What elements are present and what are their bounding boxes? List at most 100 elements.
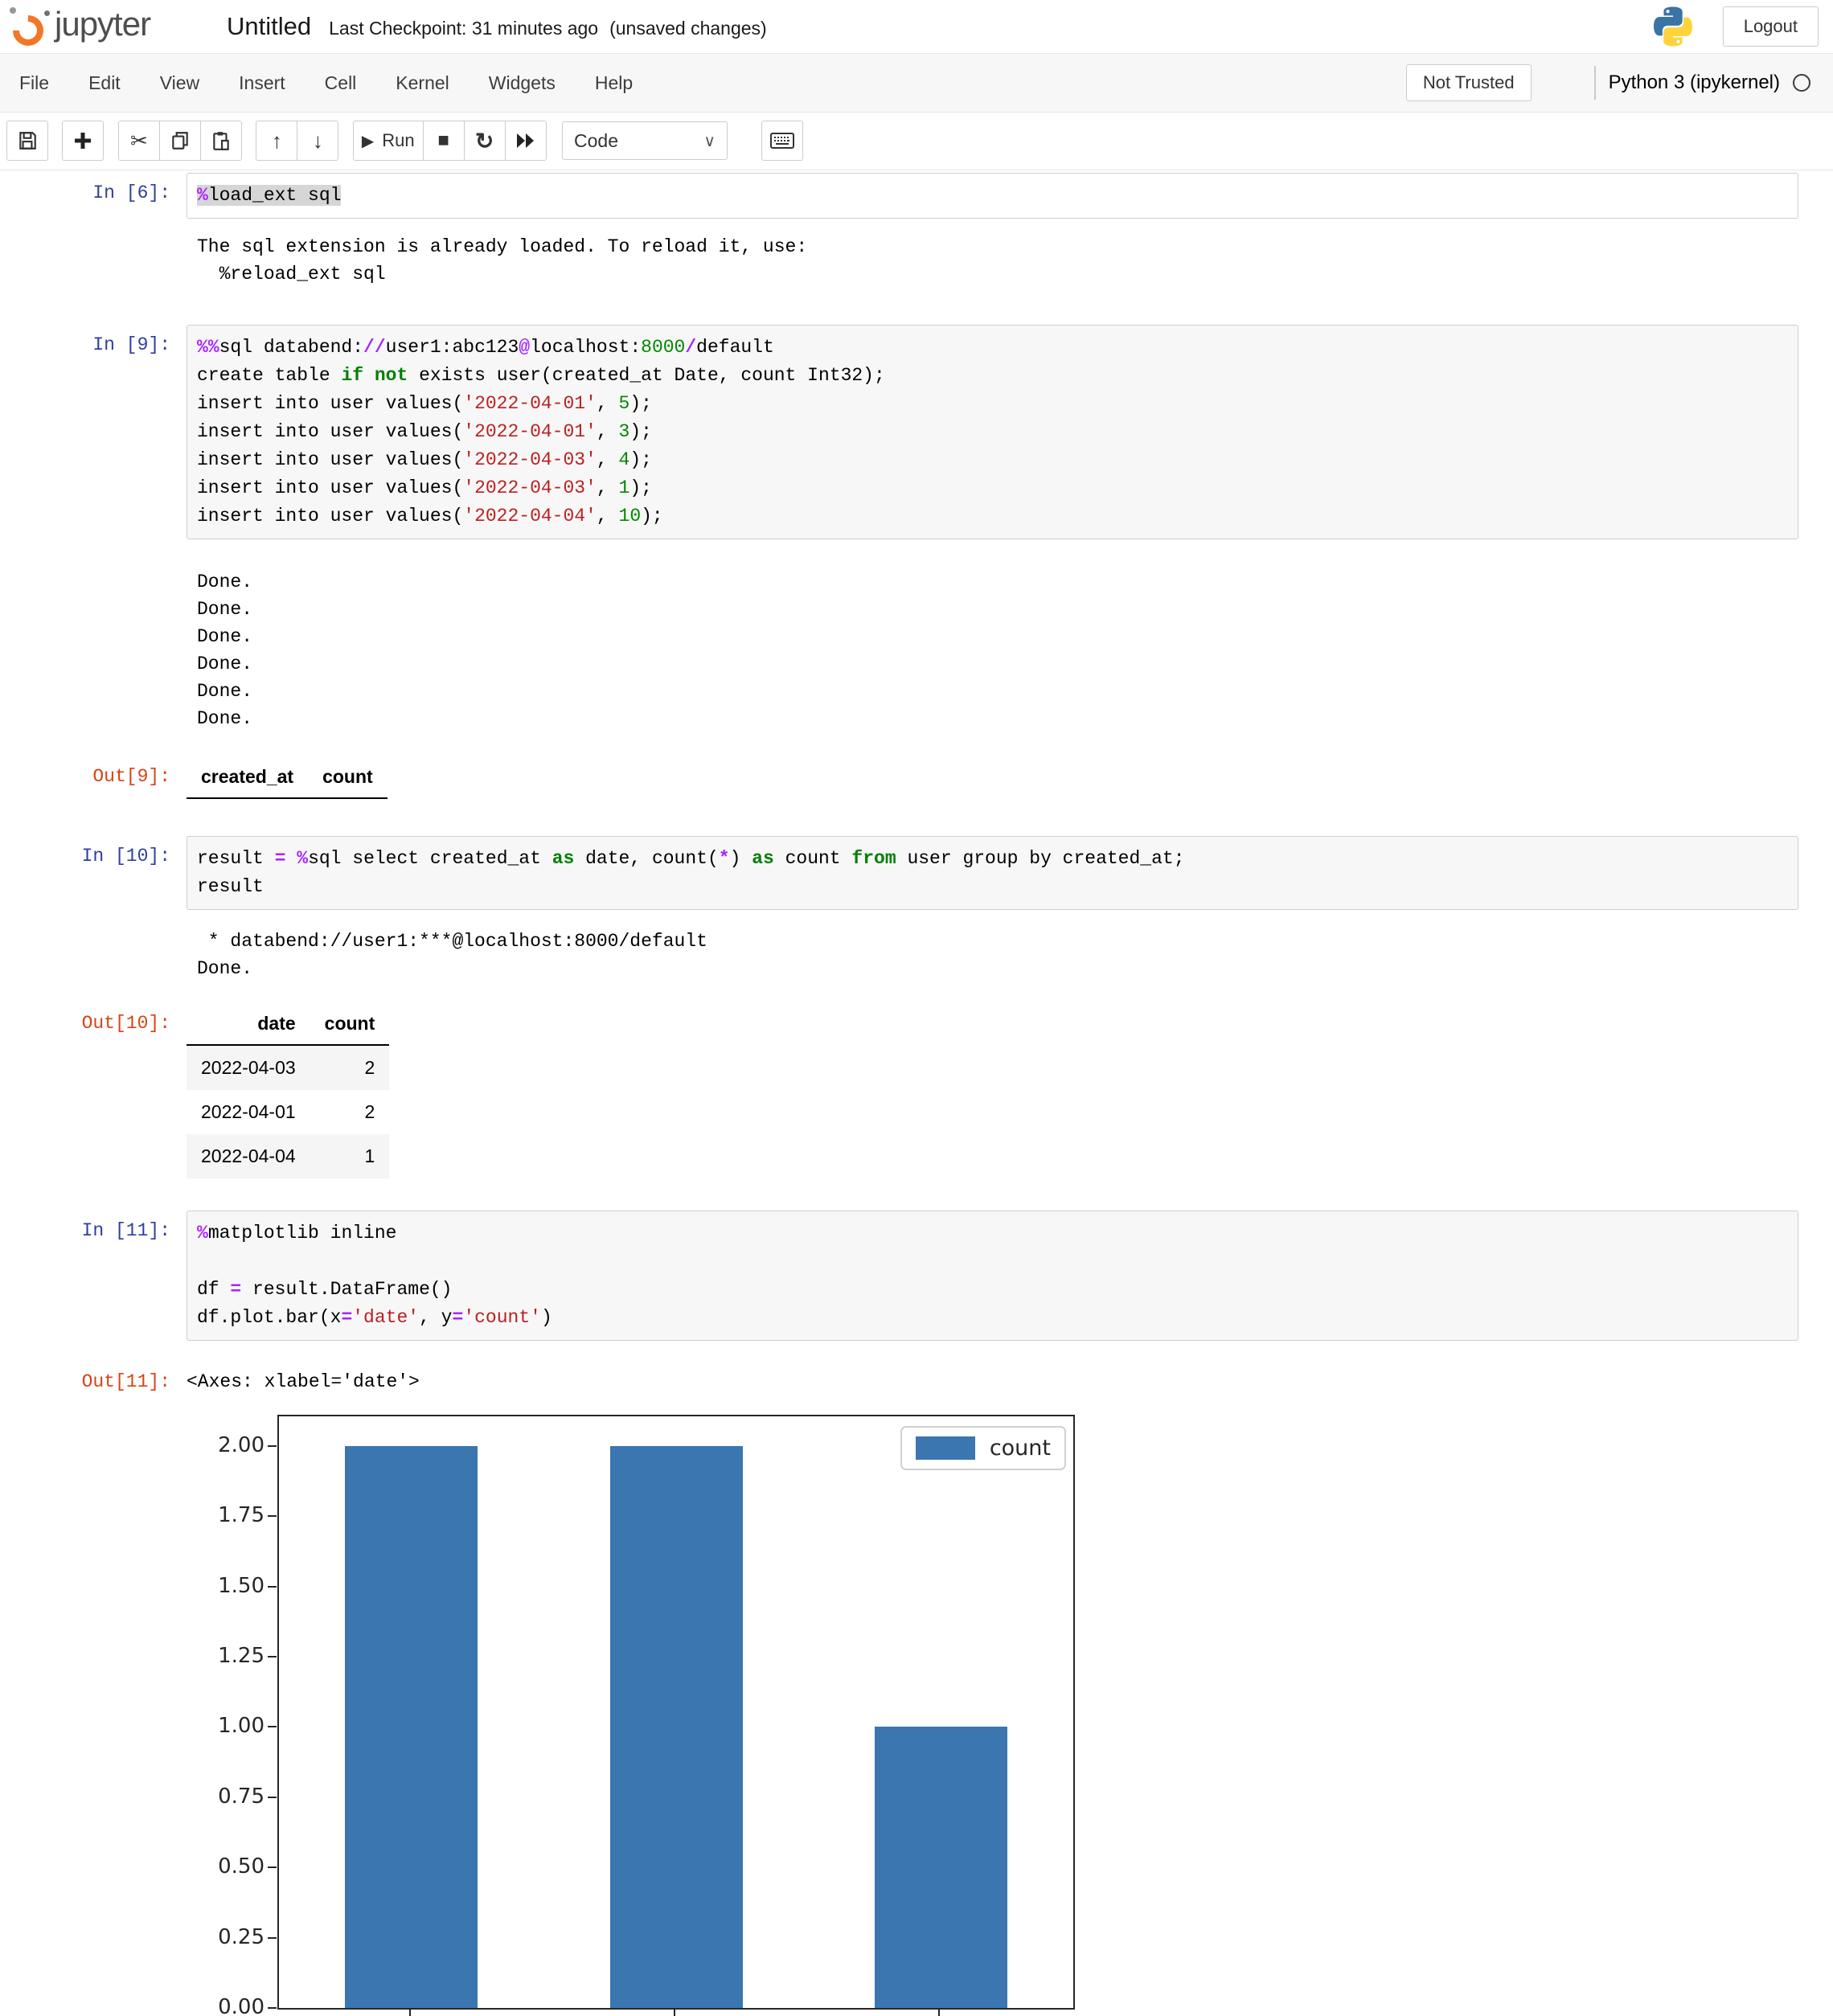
code-token: '2022-04-03' <box>463 477 597 498</box>
paste-cell-button[interactable] <box>200 121 242 161</box>
code-cell: In [11]:%matplotlib inline df = result.D… <box>0 1211 1833 1341</box>
y-tick-mark <box>268 1515 277 1517</box>
bar-2022-04-03 <box>345 1446 478 2008</box>
stream-line: Done. <box>197 596 1833 623</box>
stream-line: Done. <box>197 623 1833 650</box>
command-palette-button[interactable] <box>761 121 803 161</box>
restart-kernel-button[interactable]: ↻ <box>464 121 506 161</box>
code-token: as <box>552 848 575 869</box>
toolbar: ✂ ↑ ↓ ▶ Run ■ ↻ Code ∨ <box>0 113 1833 170</box>
not-trusted-button[interactable]: Not Trusted <box>1406 64 1532 101</box>
move-down-icon: ↓ <box>313 129 323 154</box>
input-prompt: In [11]: <box>0 1211 187 1241</box>
code-token: % <box>297 848 308 869</box>
output-prompt: Out[10]: <box>0 1003 187 1034</box>
add-cell-button[interactable] <box>62 121 104 161</box>
code-cell: In [9]:%%sql databend://user1:abc123@loc… <box>0 325 1833 539</box>
menu-edit[interactable]: Edit <box>88 72 121 94</box>
code-token: 8000 <box>641 337 685 358</box>
code-line: df = result.DataFrame() <box>197 1276 1788 1304</box>
notebook-title[interactable]: Untitled <box>227 12 311 41</box>
cut-cell-button[interactable]: ✂ <box>118 121 160 161</box>
run-button[interactable]: ▶ Run <box>353 121 424 161</box>
code-token: from <box>851 848 896 869</box>
code-line: insert into user values('2022-04-01', 5)… <box>197 390 1788 418</box>
table-header-cell: created_at <box>187 760 308 798</box>
code-token: // <box>363 337 386 358</box>
restart-run-all-button[interactable] <box>505 121 547 161</box>
cut-icon: ✂ <box>130 129 148 154</box>
menu-cell[interactable]: Cell <box>325 72 357 94</box>
stream-line: Done. <box>197 955 1833 982</box>
code-token: 3 <box>619 421 630 442</box>
menu-insert[interactable]: Insert <box>239 72 285 94</box>
save-button[interactable] <box>6 121 48 161</box>
code-token: 10 <box>619 506 642 527</box>
code-line: insert into user values('2022-04-03', 1)… <box>197 474 1788 502</box>
code-token: 5 <box>619 393 630 414</box>
code-token: 'count' <box>463 1307 541 1328</box>
code-input-area[interactable]: %matplotlib inline df = result.DataFrame… <box>187 1211 1798 1341</box>
result-table: datecount2022-04-0322022-04-0122022-04-0… <box>187 1006 389 1178</box>
y-tick-mark <box>268 1656 277 1657</box>
code-token: as <box>752 848 774 869</box>
dropdown-chevron-icon: ∨ <box>703 131 716 151</box>
result-repr-text: <Axes: xlabel='date'> <box>187 1362 420 1392</box>
code-token <box>197 1251 208 1272</box>
interrupt-kernel-button[interactable]: ■ <box>423 121 465 161</box>
run-icon: ▶ <box>362 131 374 151</box>
notebook-container: In [6]: %load_ext sql The sql extension is… <box>0 170 1833 2016</box>
move-cell-up-button[interactable]: ↑ <box>256 121 297 161</box>
code-token: matplotlib inline <box>208 1223 397 1244</box>
code-input-area[interactable]: %load_ext sql <box>187 173 1798 219</box>
menu-kernel[interactable]: Kernel <box>396 72 449 94</box>
code-token: , <box>597 449 619 470</box>
code-token: ) <box>730 848 752 869</box>
stream-line: The sql extension is already loaded. To … <box>197 233 1833 260</box>
y-tick-label: 2.00 <box>197 1433 264 1457</box>
y-tick-mark <box>268 2007 277 2009</box>
keyboard-icon <box>770 131 794 150</box>
y-tick-mark <box>268 1445 277 1447</box>
stream-line: Done. <box>197 705 1833 732</box>
code-input-area[interactable]: %%sql databend://user1:abc123@localhost:… <box>187 325 1798 539</box>
y-tick-label: 1.75 <box>197 1503 264 1527</box>
text-selection: %load_ext sql <box>197 185 341 206</box>
copy-cell-button[interactable] <box>159 121 201 161</box>
add-cell-icon <box>73 131 92 150</box>
y-tick-mark <box>268 1866 277 1868</box>
code-token: insert into user values( <box>197 421 463 442</box>
jupyter-logo[interactable]: jupyter <box>8 4 191 49</box>
stream-line: Done. <box>197 568 1833 596</box>
run-button-label: Run <box>382 130 414 151</box>
move-cell-down-button[interactable]: ↓ <box>297 121 338 161</box>
menu-file[interactable]: File <box>19 72 49 94</box>
code-token: = <box>230 1279 241 1300</box>
cell-type-dropdown[interactable]: Code ∨ <box>562 121 728 160</box>
python-logo-icon <box>1651 4 1696 49</box>
output-prompt: Out[11]: <box>0 1362 187 1392</box>
code-token: user1:abc123 <box>386 337 519 358</box>
code-token: '2022-04-04' <box>463 506 597 527</box>
code-line: df.plot.bar(x='date', y='count') <box>197 1304 1788 1332</box>
output-area: datecount2022-04-0322022-04-0122022-04-0… <box>187 1003 389 1178</box>
y-tick-mark <box>268 1726 277 1727</box>
y-tick-label: 0.00 <box>197 1995 264 2016</box>
code-token <box>363 365 375 386</box>
logout-button[interactable]: Logout <box>1723 6 1819 47</box>
table-cell: 2 <box>310 1045 390 1090</box>
menu-view[interactable]: View <box>160 72 199 94</box>
code-token: %% <box>197 337 219 358</box>
input-prompt: In [6]: <box>0 173 187 203</box>
menu-widgets[interactable]: Widgets <box>489 72 556 94</box>
code-token: date, count( <box>574 848 718 869</box>
table-header-cell: date <box>187 1006 310 1045</box>
code-token: = <box>341 1307 352 1328</box>
code-token: insert into user values( <box>197 393 463 414</box>
code-token: = <box>275 848 286 869</box>
menu-help[interactable]: Help <box>595 72 633 94</box>
code-input-area[interactable]: result = %sql select created_at as date,… <box>187 836 1798 910</box>
restart-icon: ↻ <box>475 128 494 154</box>
checkpoint-status: Last Checkpoint: 31 minutes ago <box>329 18 598 39</box>
stream-line: * databend://user1:***@localhost:8000/de… <box>197 928 1833 955</box>
